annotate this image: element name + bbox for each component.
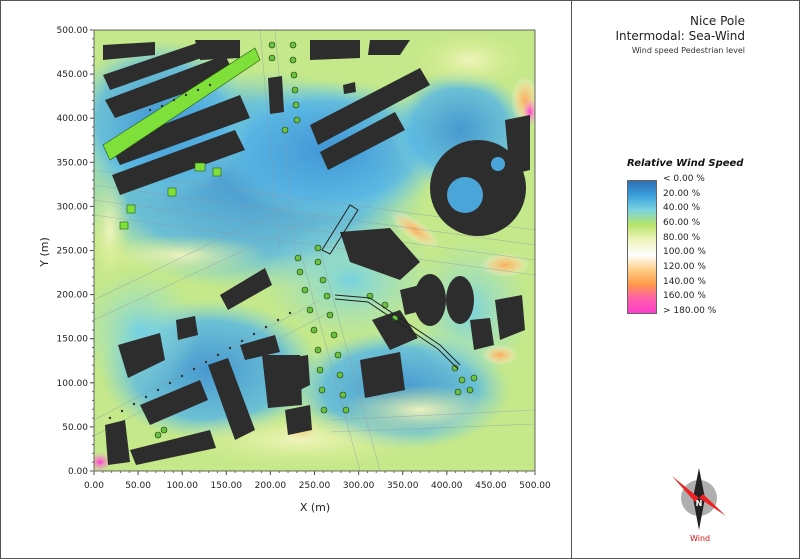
y-axis-title: Y (m) — [38, 237, 51, 268]
legend-entry: < 0.00 % — [663, 174, 705, 184]
legend-entry: 60.00 % — [663, 218, 701, 228]
y-tick-label: 350.00 — [57, 158, 89, 168]
y-axis: 0.00 50.00 100.00 150.00 200.00 250.00 300.00 3… — [57, 26, 94, 477]
y-tick-label: 500.00 — [57, 26, 89, 36]
legend-title: Relative Wind Speed — [627, 158, 744, 169]
title-block: Nice Pole Intermodal: Sea-Wind Wind spee… — [615, 14, 745, 58]
y-tick-label: 200.00 — [57, 291, 89, 301]
x-tick-label: 450.00 — [475, 481, 507, 491]
y-tick-label: 300.00 — [57, 202, 89, 212]
x-tick-label: 200.00 — [255, 481, 287, 491]
panel-divider — [571, 0, 572, 559]
x-tick-label: 400.00 — [431, 481, 463, 491]
x-tick-label: 250.00 — [299, 481, 331, 491]
legend-entry: 80.00 % — [663, 232, 701, 243]
x-tick-label: 300.00 — [343, 481, 375, 491]
y-tick-label: 100.00 — [57, 379, 89, 389]
y-tick-label: 150.00 — [57, 335, 89, 345]
y-tick-label: 0.00 — [68, 467, 88, 477]
y-tick-label: 450.00 — [57, 70, 89, 80]
legend-entry: 20.00 % — [663, 188, 701, 199]
legend-entry: 40.00 % — [663, 203, 701, 214]
legend-entry: 120.00 % — [663, 262, 706, 272]
legend-entry: > 180.00 % — [663, 306, 717, 316]
x-axis: 0.00 50.00 100.00 150.00 200.00 250.00 300.00 3… — [84, 471, 551, 491]
title-line-1: Nice Pole — [690, 14, 745, 28]
y-tick-label: 400.00 — [57, 114, 89, 124]
y-tick-label: 250.00 — [57, 247, 89, 257]
wind-map-chart: 0.00 50.00 100.00 150.00 200.00 250.00 300.00 3… — [38, 26, 551, 514]
legend: Relative Wind Speed < 0.00 % 20.00 % 40.00… — [627, 158, 757, 316]
x-axis-title: X (m) — [300, 501, 330, 514]
legend-color-bar — [627, 180, 657, 314]
x-tick-label: 100.00 — [166, 481, 198, 491]
title-line-2: Intermodal: Sea-Wind — [615, 29, 745, 43]
x-tick-label: 350.00 — [387, 481, 419, 491]
wind-compass-icon: N — [672, 468, 726, 530]
heatmap-field — [94, 30, 535, 471]
compass-label: Wind — [690, 534, 711, 543]
legend-entry: 160.00 % — [663, 291, 706, 302]
y-tick-label: 50.00 — [62, 423, 88, 433]
legend-entry: 140.00 % — [663, 276, 706, 287]
x-tick-label: 500.00 — [519, 481, 551, 491]
x-tick-label: 0.00 — [84, 481, 104, 491]
compass-letter: N — [696, 499, 703, 508]
subtitle: Wind speed Pedestrian level — [631, 46, 745, 55]
legend-entry: 100.00 % — [663, 247, 706, 258]
x-tick-label: 150.00 — [211, 481, 243, 491]
x-tick-label: 50.00 — [125, 481, 151, 491]
